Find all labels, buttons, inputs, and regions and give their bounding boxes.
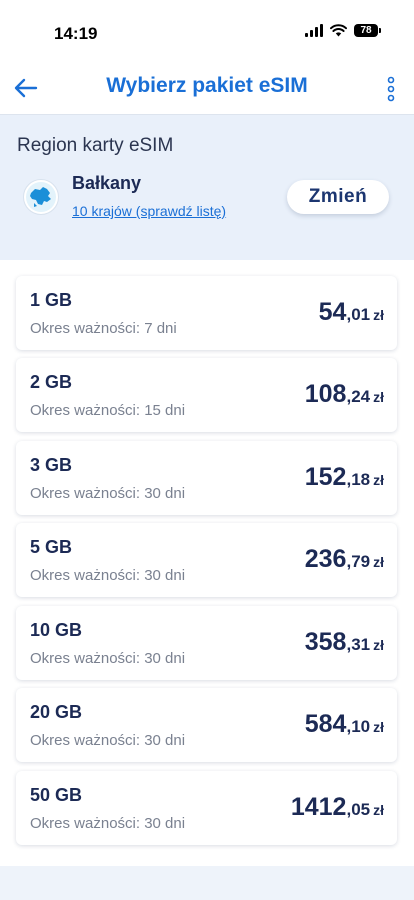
package-validity: Okres ważności: 7 dni [30, 320, 177, 337]
price-currency: zł [373, 802, 384, 818]
package-validity: Okres ważności: 30 dni [30, 732, 186, 749]
price-decimal: ,31 [346, 635, 371, 654]
app-header: Wybierz pakiet eSIM [0, 62, 414, 115]
price-currency: zł [373, 472, 384, 488]
more-options-icon[interactable] [386, 76, 396, 102]
package-size: 2 GB [30, 372, 73, 392]
battery-icon: 78 [354, 24, 381, 37]
status-time: 14:19 [54, 24, 98, 43]
package-price: 358,31 zł [305, 628, 384, 657]
package-card-50gb[interactable]: 50 GB Okres ważności: 30 dni 1412,05 zł [16, 771, 397, 845]
price-currency: zł [373, 307, 384, 323]
package-card-2gb[interactable]: 2 GB Okres ważności: 15 dni 108,24 zł [16, 358, 397, 432]
price-currency: zł [373, 637, 384, 653]
package-validity: Okres ważności: 30 dni [30, 650, 186, 667]
package-validity: Okres ważności: 15 dni [30, 402, 186, 419]
price-main: 584 [304, 710, 347, 738]
package-card-20gb[interactable]: 20 GB Okres ważności: 30 dni 584,10 zł [16, 688, 397, 762]
package-size: 5 GB [30, 537, 73, 557]
region-label: Region karty eSIM [17, 135, 174, 156]
package-size: 50 GB [30, 785, 83, 805]
package-price: 54,01 zł [319, 298, 384, 327]
package-card-1gb[interactable]: 1 GB Okres ważności: 7 dni 54,01 zł [16, 276, 397, 350]
price-main: 54 [318, 298, 347, 326]
price-main: 152 [304, 463, 347, 491]
package-validity: Okres ważności: 30 dni [30, 815, 186, 832]
wifi-icon [330, 24, 347, 37]
package-size: 10 GB [30, 620, 83, 640]
package-validity: Okres ważności: 30 dni [30, 567, 186, 584]
countries-list-link[interactable]: 10 krajów (sprawdź listę) [72, 203, 226, 219]
package-size: 1 GB [30, 290, 73, 310]
price-currency: zł [373, 554, 384, 570]
package-validity: Okres ważności: 30 dni [30, 485, 186, 502]
price-decimal: ,18 [346, 470, 371, 489]
package-price: 1412,05 zł [291, 793, 384, 822]
price-main: 108 [304, 380, 347, 408]
page-title: Wybierz pakiet eSIM [106, 74, 308, 97]
price-decimal: ,24 [346, 387, 371, 406]
price-main: 358 [304, 628, 347, 656]
region-name: Bałkany [72, 173, 142, 193]
package-size: 20 GB [30, 702, 83, 722]
package-price: 236,79 zł [305, 545, 384, 574]
price-main: 1412 [290, 793, 347, 821]
package-price: 152,18 zł [305, 463, 384, 492]
price-decimal: ,05 [346, 800, 371, 819]
price-currency: zł [373, 389, 384, 405]
package-size: 3 GB [30, 455, 73, 475]
package-price: 584,10 zł [305, 710, 384, 739]
price-decimal: ,01 [346, 305, 371, 324]
price-currency: zł [373, 719, 384, 735]
change-region-button[interactable]: Zmień [287, 180, 389, 214]
status-bar: 14:19 78 [0, 0, 414, 62]
price-main: 236 [304, 545, 347, 573]
cellular-signal-icon [305, 24, 323, 37]
package-price: 108,24 zł [305, 380, 384, 409]
region-globe-icon [23, 179, 59, 215]
package-list: 1 GB Okres ważności: 7 dni 54,01 zł 2 GB … [0, 260, 414, 866]
price-decimal: ,79 [346, 552, 371, 571]
package-card-3gb[interactable]: 3 GB Okres ważności: 30 dni 152,18 zł [16, 441, 397, 515]
package-card-5gb[interactable]: 5 GB Okres ważności: 30 dni 236,79 zł [16, 523, 397, 597]
price-decimal: ,10 [346, 717, 371, 736]
region-section: Region karty eSIM Bałkany 10 krajów (spr… [0, 115, 414, 260]
status-icons: 78 [305, 24, 381, 37]
package-card-10gb[interactable]: 10 GB Okres ważności: 30 dni 358,31 zł [16, 606, 397, 680]
